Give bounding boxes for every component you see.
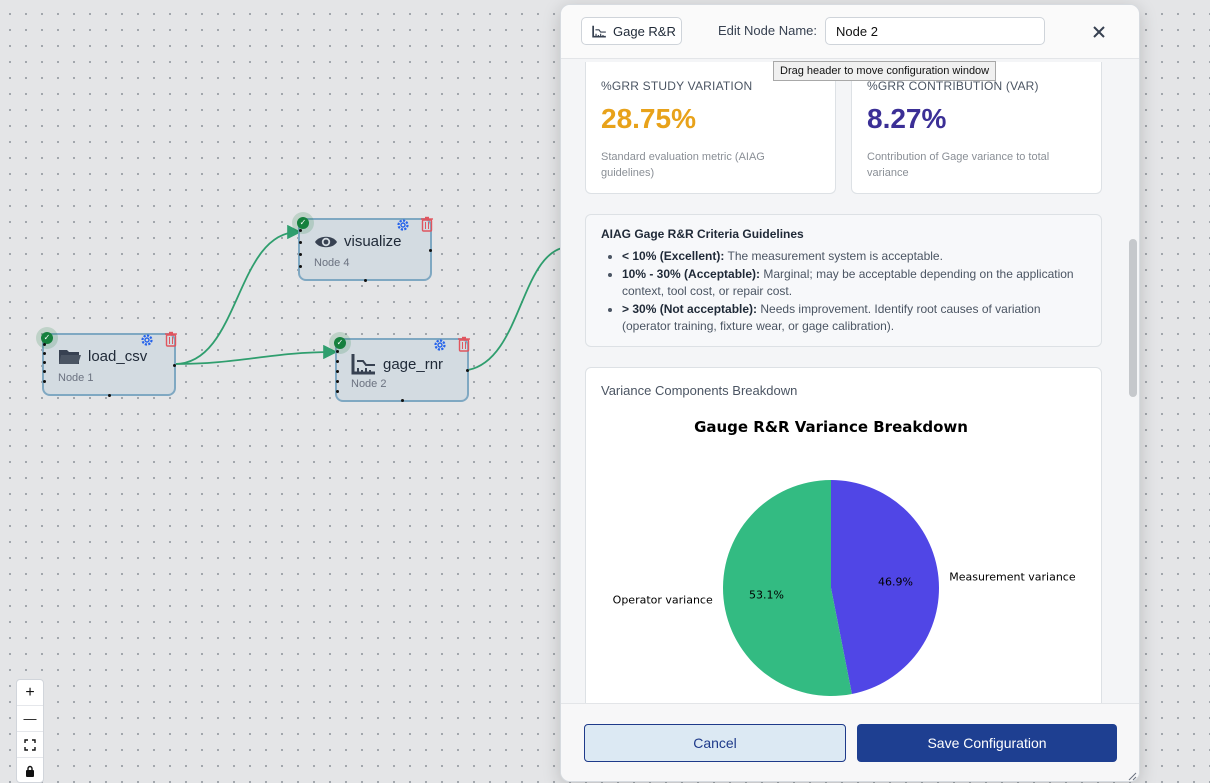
- metric-value: 28.75%: [601, 103, 696, 134]
- variance-components-card: Variance Components Breakdown Gauge R&R …: [585, 367, 1102, 703]
- metric-value: 8.27%: [867, 103, 947, 134]
- input-port[interactable]: [299, 229, 302, 232]
- zoom-out-button[interactable]: —: [17, 706, 43, 732]
- node-title: load_csv: [88, 347, 148, 365]
- output-port[interactable]: [466, 369, 469, 372]
- bottom-port[interactable]: [108, 394, 111, 397]
- delete-trash-icon[interactable]: [457, 336, 471, 352]
- guidelines-title: AIAG Gage R&R Criteria Guidelines: [601, 227, 804, 241]
- cancel-button[interactable]: Cancel: [584, 724, 846, 762]
- pie-value-label: 53.1%: [749, 588, 784, 601]
- metric-title: %GRR CONTRIBUTION (VAR): [867, 79, 1039, 93]
- resize-grip-icon[interactable]: [1128, 772, 1137, 781]
- edge-load-csv-to-gage-rnr[interactable]: [174, 344, 338, 365]
- input-port[interactable]: [299, 265, 302, 268]
- edge-load-csv-to-visualize[interactable]: [174, 224, 302, 365]
- node-subtitle: Node 1: [58, 372, 94, 384]
- node-subtitle: Node 2: [351, 378, 387, 390]
- node-gage-rnr[interactable]: ✓ gage_rnr Node 2: [329, 332, 471, 402]
- panel-footer: Cancel Save Configuration: [561, 703, 1139, 781]
- input-port[interactable]: [336, 380, 339, 383]
- panel-scrollbar[interactable]: [1129, 239, 1137, 397]
- bottom-port[interactable]: [364, 279, 367, 282]
- input-port[interactable]: [336, 370, 339, 373]
- aiag-guidelines-card: AIAG Gage R&R Criteria Guidelines < 10% …: [585, 214, 1102, 347]
- chart-title: Gauge R&R Variance Breakdown: [694, 418, 968, 436]
- output-port[interactable]: [429, 249, 432, 252]
- node-subtitle: Node 4: [314, 257, 350, 269]
- edit-node-name-label: Edit Node Name:: [718, 23, 817, 38]
- pie-category-label: Operator variance: [613, 594, 713, 607]
- settings-gear-icon[interactable]: [139, 332, 155, 348]
- lock-button[interactable]: [17, 758, 43, 783]
- folder-icon: [59, 350, 81, 364]
- status-success-icon: ✓: [36, 327, 58, 349]
- lock-icon: [26, 765, 34, 777]
- bottom-port[interactable]: [401, 399, 404, 402]
- close-icon[interactable]: [1092, 25, 1106, 39]
- gage-icon: [592, 25, 606, 38]
- guideline-item: < 10% (Excellent): The measurement syste…: [622, 248, 1092, 266]
- settings-gear-icon[interactable]: [432, 337, 448, 353]
- grr-contribution-card: %GRR CONTRIBUTION (VAR) 8.27% Contributi…: [851, 62, 1102, 194]
- output-port[interactable]: [173, 364, 176, 367]
- node-title: visualize: [344, 233, 402, 250]
- eye-icon: [315, 236, 337, 247]
- variance-section-title: Variance Components Breakdown: [601, 383, 798, 398]
- pie-category-label: Measurement variance: [949, 570, 1076, 583]
- node-visualize[interactable]: ✓ visualize Node 4: [292, 212, 434, 282]
- input-port[interactable]: [43, 361, 46, 364]
- grr-study-variation-card: %GRR STUDY VARIATION 28.75% Standard eva…: [585, 62, 836, 194]
- metric-description: Standard evaluation metric (AIAG guideli…: [601, 151, 765, 179]
- node-title: gage_rnr: [383, 355, 444, 373]
- input-port[interactable]: [43, 352, 46, 355]
- input-port[interactable]: [43, 380, 46, 383]
- variance-pie-chart: Gauge R&R Variance Breakdown 46.9% Measure…: [613, 418, 1076, 696]
- input-port[interactable]: [299, 241, 302, 244]
- input-port[interactable]: [336, 350, 339, 353]
- input-port[interactable]: [43, 343, 46, 346]
- guideline-item: 10% - 30% (Acceptable): Marginal; may be…: [622, 266, 1092, 301]
- drag-tooltip: Drag header to move configuration window: [773, 61, 997, 81]
- panel-header[interactable]: Gage R&R Edit Node Name:: [561, 5, 1139, 59]
- metric-title: %GRR STUDY VARIATION: [601, 79, 753, 93]
- fit-view-icon: [24, 738, 36, 751]
- fit-view-button[interactable]: [17, 732, 43, 758]
- node-type-label: Gage R&R: [613, 23, 676, 39]
- input-port[interactable]: [336, 360, 339, 363]
- input-port[interactable]: [336, 390, 339, 393]
- input-port[interactable]: [299, 253, 302, 256]
- guideline-item: > 30% (Not acceptable): Needs improvemen…: [622, 301, 1092, 336]
- metric-description: Contribution of Gage variance to total v…: [867, 151, 1050, 179]
- pie-value-label: 46.9%: [878, 576, 913, 589]
- status-success-icon: ✓: [292, 212, 314, 234]
- save-configuration-button[interactable]: Save Configuration: [857, 724, 1117, 762]
- zoom-controls: + —: [16, 679, 44, 783]
- configuration-window: Gage R&R Edit Node Name: Drag header to …: [560, 4, 1140, 782]
- settings-gear-icon[interactable]: [395, 217, 411, 233]
- status-success-icon: ✓: [329, 332, 351, 354]
- panel-body[interactable]: %GRR STUDY VARIATION 28.75% Standard eva…: [561, 59, 1139, 703]
- pie-chart-area: Gauge R&R Variance Breakdown 46.9% Measure…: [604, 412, 1083, 703]
- node-load-csv[interactable]: ✓ load_csv Node 1: [36, 327, 178, 397]
- zoom-in-button[interactable]: +: [17, 680, 43, 706]
- delete-trash-icon[interactable]: [164, 331, 178, 347]
- gage-icon: [351, 354, 375, 375]
- edge-gage-rnr-to-offscreen[interactable]: [467, 247, 563, 371]
- input-port[interactable]: [43, 370, 46, 373]
- guidelines-list: < 10% (Excellent): The measurement syste…: [622, 248, 1092, 336]
- node-type-button[interactable]: Gage R&R: [581, 17, 682, 45]
- node-name-input[interactable]: [825, 17, 1045, 45]
- delete-trash-icon[interactable]: [420, 216, 434, 232]
